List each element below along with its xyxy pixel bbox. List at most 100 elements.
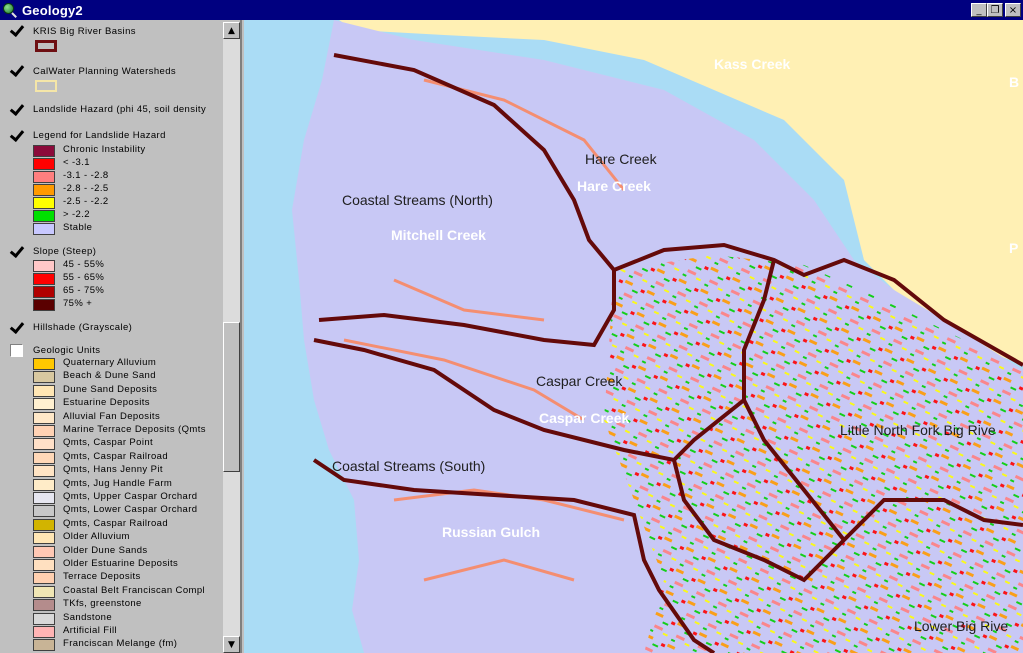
- class-swatch: [33, 223, 55, 235]
- class-label: 65 - 75%: [63, 285, 105, 296]
- class-label: -3.1 - -2.8: [63, 170, 109, 181]
- app-globe-icon: [2, 2, 18, 18]
- map-label: Coastal Streams (North): [342, 192, 493, 208]
- legend-class: Qmts, Jug Handle Farm: [33, 477, 223, 491]
- legend-class: < -3.1: [33, 157, 223, 170]
- theme-label: CalWater Planning Watersheds: [33, 66, 177, 77]
- class-swatch: [33, 599, 55, 612]
- title-bar[interactable]: Geology2 _ ❐ ×: [0, 0, 1023, 20]
- legend-class: Older Estuarine Deposits: [33, 558, 223, 571]
- legend-class: Qmts, Hans Jenny Pit: [33, 464, 223, 478]
- class-swatch: [33, 273, 55, 285]
- map-label: Caspar Creek: [539, 410, 630, 426]
- legend-class: -3.1 - -2.8: [33, 170, 223, 183]
- class-swatch: [33, 612, 55, 625]
- class-swatch: [33, 210, 55, 222]
- class-label: Qmts, Caspar Railroad: [63, 450, 169, 462]
- class-swatch: [33, 518, 55, 531]
- class-label: Beach & Dune Sand: [63, 370, 156, 382]
- legend-class: Alluvial Fan Deposits: [33, 411, 223, 424]
- class-label: > -2.2: [63, 209, 90, 220]
- class-label: Quaternary Alluvium: [63, 357, 157, 368]
- legend-class: Stable: [33, 222, 223, 235]
- scroll-down-button[interactable]: ▼: [223, 636, 240, 653]
- class-label: Marine Terrace Deposits (Qmts: [63, 424, 206, 435]
- class-label: Dune Sand Deposits: [63, 383, 158, 395]
- theme-checkbox[interactable]: [10, 129, 23, 142]
- legend-class: Beach & Dune Sand: [33, 370, 223, 384]
- class-label: 45 - 55%: [63, 259, 105, 270]
- class-label: Qmts, Jug Handle Farm: [63, 477, 173, 489]
- class-swatch: [33, 299, 55, 311]
- theme-checkbox[interactable]: [10, 245, 23, 258]
- class-swatch: [33, 358, 55, 370]
- class-swatch: [33, 384, 55, 397]
- class-label: Qmts, Upper Caspar Orchard: [63, 491, 198, 502]
- class-label: 55 - 65%: [63, 272, 105, 283]
- theme-checkbox[interactable]: [10, 321, 23, 334]
- class-label: Coastal Belt Franciscan Compl: [63, 584, 206, 596]
- legend-class: Coastal Belt Franciscan Compl: [33, 584, 223, 598]
- minimize-icon: _: [976, 4, 982, 16]
- theme-checkbox[interactable]: [10, 64, 23, 77]
- map-view[interactable]: Kass Creek Hare Creek Hare Creek Coastal St…: [244, 20, 1023, 653]
- legend-class: Qmts, Caspar Point: [33, 437, 223, 451]
- theme-label: Slope (Steep): [33, 246, 97, 257]
- legend-class: Terrace Deposits: [33, 571, 223, 585]
- legend-class: Qmts, Caspar Railroad: [33, 518, 223, 531]
- legend-class: -2.5 - -2.2: [33, 196, 223, 209]
- class-swatch: [33, 478, 55, 491]
- map-label: Russian Gulch: [442, 524, 541, 540]
- minimize-button[interactable]: _: [971, 3, 987, 17]
- class-label: Older Estuarine Deposits: [63, 558, 179, 569]
- class-label: -2.5 - -2.2: [63, 196, 109, 207]
- class-swatch: [33, 184, 55, 196]
- class-swatch: [33, 260, 55, 272]
- class-label: Qmts, Lower Caspar Orchard: [63, 504, 198, 516]
- legend-class: > -2.2: [33, 209, 223, 222]
- close-button[interactable]: ×: [1005, 3, 1021, 17]
- class-swatch: [33, 532, 55, 545]
- class-swatch: [33, 572, 55, 585]
- legend-scrollbar[interactable]: ▲ ▼: [223, 22, 240, 653]
- class-swatch: [33, 158, 55, 170]
- map-label: Little North Fork Big Rive: [840, 422, 996, 438]
- legend-class: Qmts, Caspar Railroad: [33, 450, 223, 464]
- theme-checkbox[interactable]: [10, 24, 23, 37]
- class-label: TKfs, greenstone: [63, 598, 142, 610]
- theme-checkbox[interactable]: [10, 344, 23, 357]
- legend-list: KRIS Big River Basins CalWater Planning …: [0, 20, 222, 653]
- legend-class: Artificial Fill: [33, 625, 223, 638]
- legend-class: 75% +: [33, 298, 223, 311]
- theme-label: KRIS Big River Basins: [33, 26, 136, 37]
- class-swatch: [33, 451, 55, 464]
- class-swatch: [33, 371, 55, 384]
- legend-class: Franciscan Melange (fm): [33, 638, 223, 652]
- class-label: Franciscan Melange (fm): [63, 638, 178, 650]
- class-label: Chronic Instability: [63, 144, 146, 155]
- class-swatch: [33, 585, 55, 598]
- class-swatch: [33, 639, 55, 652]
- scroll-up-button[interactable]: ▲: [223, 22, 240, 39]
- theme-checkbox[interactable]: [10, 103, 23, 116]
- class-swatch: [33, 465, 55, 478]
- class-swatch: [33, 171, 55, 183]
- legend-class: Older Dune Sands: [33, 544, 223, 558]
- legend-class: Qmts, Lower Caspar Orchard: [33, 504, 223, 518]
- class-label: < -3.1: [63, 157, 90, 168]
- class-label: -2.8 - -2.5: [63, 183, 109, 194]
- legend-class: Marine Terrace Deposits (Qmts: [33, 424, 223, 437]
- class-label: Qmts, Caspar Point: [63, 437, 154, 449]
- legend-class: Dune Sand Deposits: [33, 383, 223, 397]
- map-canvas[interactable]: [244, 20, 1023, 653]
- theme-label: Hillshade (Grayscale): [33, 322, 133, 333]
- class-label: Older Dune Sands: [63, 544, 148, 556]
- class-swatch: [33, 559, 55, 571]
- basin-line-symbol: [35, 40, 57, 52]
- restore-button[interactable]: ❐: [987, 3, 1003, 17]
- legend-class: 55 - 65%: [33, 272, 223, 285]
- map-label: Mitchell Creek: [391, 227, 486, 243]
- scroll-thumb[interactable]: [223, 322, 240, 472]
- class-swatch: [33, 145, 55, 157]
- legend-class: Chronic Instability: [33, 144, 223, 157]
